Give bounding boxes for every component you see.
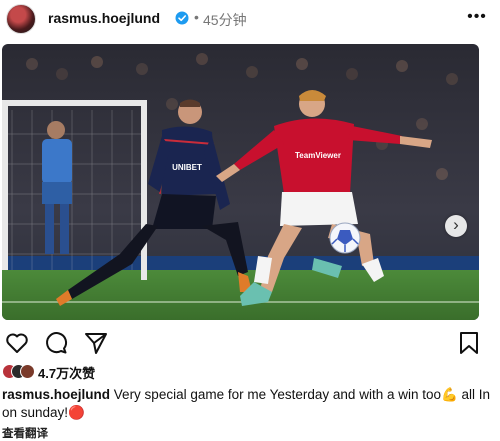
verified-badge-icon [175,11,189,25]
liker-avatars[interactable] [2,364,38,379]
caption-username[interactable]: rasmus.hoejlund [2,387,110,402]
username[interactable]: rasmus.hoejlund [48,10,160,26]
post-photo[interactable]: UNIBET TeamViewer › [2,44,479,320]
match-photo: UNIBET TeamViewer [2,44,479,320]
post-header: rasmus.hoejlund • 45分钟 ••• [0,0,500,38]
likes-count[interactable]: 4.7万次赞 [38,363,95,382]
bookmark-icon[interactable] [456,330,482,356]
separator-dot: • [194,9,199,25]
comment-icon[interactable] [43,330,69,356]
liker-avatar [20,364,35,379]
sponsor-right: TeamViewer [295,151,341,160]
see-translation-link[interactable]: 查看翻译 [2,425,48,441]
sponsor-left: UNIBET [172,163,202,172]
next-photo-button[interactable]: › [445,215,467,237]
paper-plane-icon[interactable] [83,330,109,356]
more-options-button[interactable]: ••• [464,6,490,30]
post-time: 45分钟 [203,12,247,28]
post-actions [0,326,500,356]
avatar[interactable] [6,4,36,34]
likes-row: 4.7万次赞 [0,362,500,382]
post-caption: rasmus.hoejlund Very special game for me… [2,386,494,422]
soccer-ball [329,222,361,254]
heart-icon[interactable] [4,330,30,356]
